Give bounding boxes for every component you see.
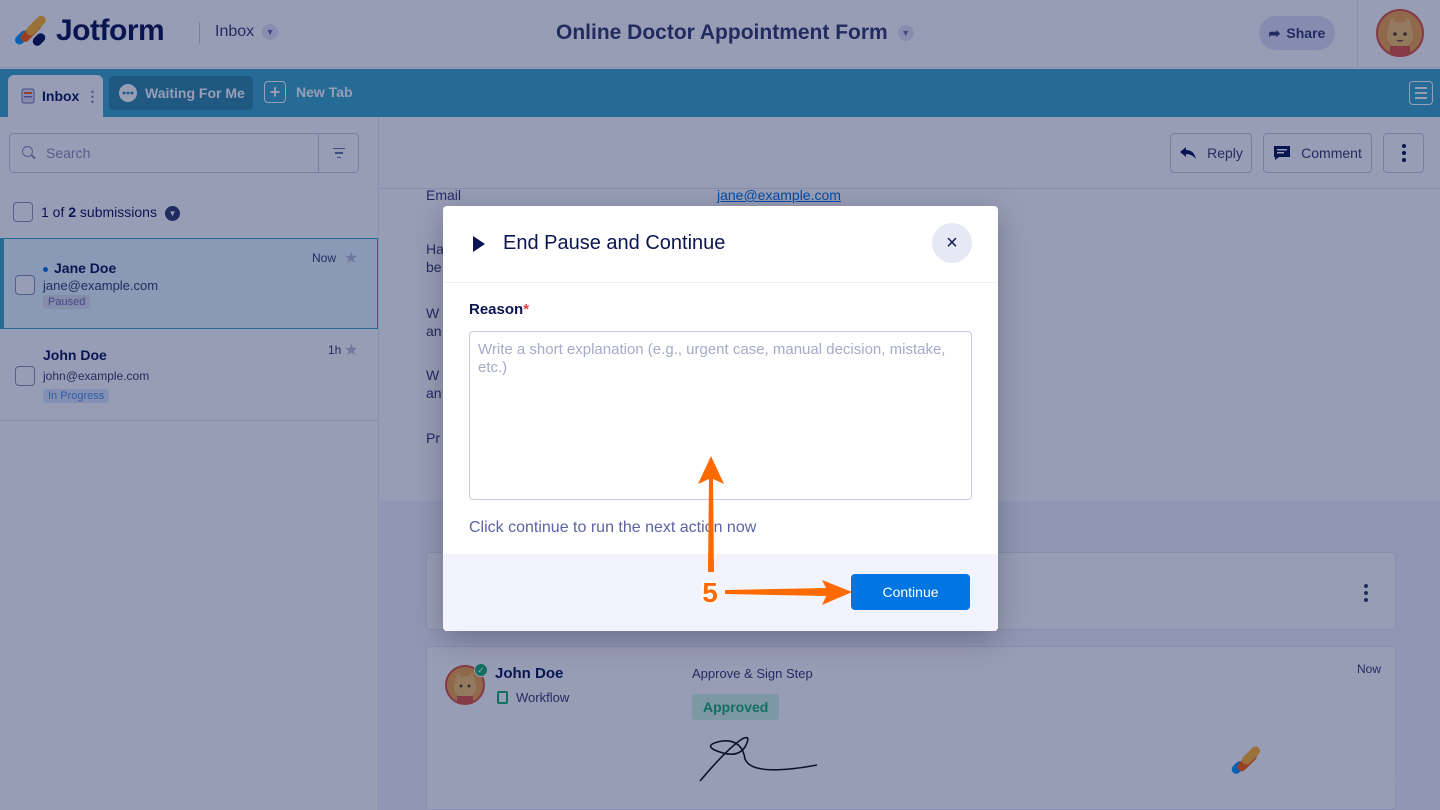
continue-button[interactable]: Continue <box>851 574 970 610</box>
reason-textarea[interactable] <box>469 331 972 500</box>
reason-label: Reason* <box>469 301 530 318</box>
dialog-header: End Pause and Continue × <box>443 206 998 283</box>
dialog-footer: Continue <box>443 554 998 631</box>
continue-hint: Click continue to run the next action no… <box>469 519 757 536</box>
dialog-title: End Pause and Continue <box>503 232 726 254</box>
close-button[interactable]: × <box>932 223 972 263</box>
end-pause-dialog: End Pause and Continue × Reason* Click c… <box>443 206 998 631</box>
close-icon: × <box>946 231 958 254</box>
play-icon <box>473 236 485 252</box>
required-mark: * <box>523 301 530 318</box>
